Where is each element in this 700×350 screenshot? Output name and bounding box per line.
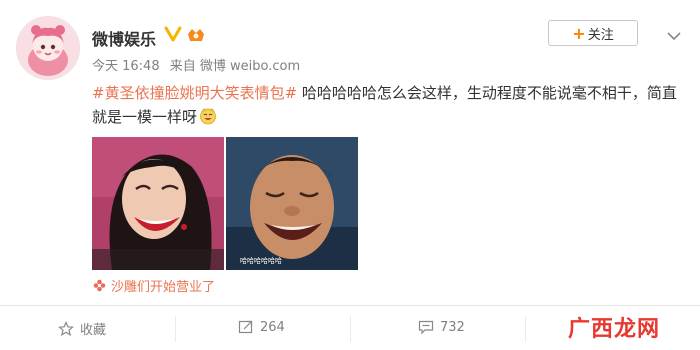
star-icon	[58, 320, 74, 336]
flower-icon	[93, 279, 106, 292]
follow-button[interactable]: + 关注	[548, 20, 638, 46]
post-text: #黄圣依撞脸姚明大笑表情包# 哈哈哈哈哈怎么会这样，生动程度不能说毫不相干，简直…	[92, 81, 682, 129]
post-source[interactable]: 来自 微博 weibo.com	[170, 59, 300, 74]
repost-icon	[238, 320, 253, 334]
topic-link[interactable]: #黄圣依撞脸姚明大笑表情包#	[92, 84, 297, 102]
post-image-1[interactable]	[92, 137, 224, 270]
action-separator	[350, 316, 351, 342]
level-icon	[186, 26, 206, 44]
post-meta: 今天 16:48 来自 微博 weibo.com	[92, 55, 306, 74]
favorite-label: 收藏	[80, 323, 107, 338]
post-time[interactable]: 今天 16:48	[92, 59, 160, 74]
super-topic-link[interactable]: 沙雕们开始营业了	[93, 276, 215, 295]
plus-icon: +	[572, 23, 586, 43]
image-caption: 哈哈哈哈哈哈	[240, 257, 282, 265]
action-separator	[175, 316, 176, 342]
weibo-post-card: 微博娱乐 今天 16:48 来自 微博 weibo.com + 关注 #黄圣依撞…	[0, 0, 700, 350]
verified-icon	[164, 25, 182, 43]
action-separator	[525, 316, 526, 342]
comment-icon	[418, 320, 434, 335]
site-watermark: 广西龙网	[568, 317, 661, 342]
follow-button-label: 关注	[587, 27, 614, 43]
comment-count: 732	[440, 319, 465, 335]
favorite-button[interactable]: 收藏	[58, 319, 106, 338]
post-image-2[interactable]: 哈哈哈哈哈哈	[226, 137, 358, 270]
super-topic-label: 沙雕们开始营业了	[111, 280, 216, 295]
avatar[interactable]	[16, 16, 80, 80]
repost-count: 264	[260, 319, 285, 335]
repost-button[interactable]: 264	[238, 319, 285, 335]
divider	[0, 305, 700, 306]
author-name[interactable]: 微博娱乐	[92, 26, 156, 50]
laugh-emoji-icon	[199, 107, 217, 125]
chevron-down-icon[interactable]	[667, 26, 681, 41]
comment-button[interactable]: 732	[418, 319, 465, 335]
